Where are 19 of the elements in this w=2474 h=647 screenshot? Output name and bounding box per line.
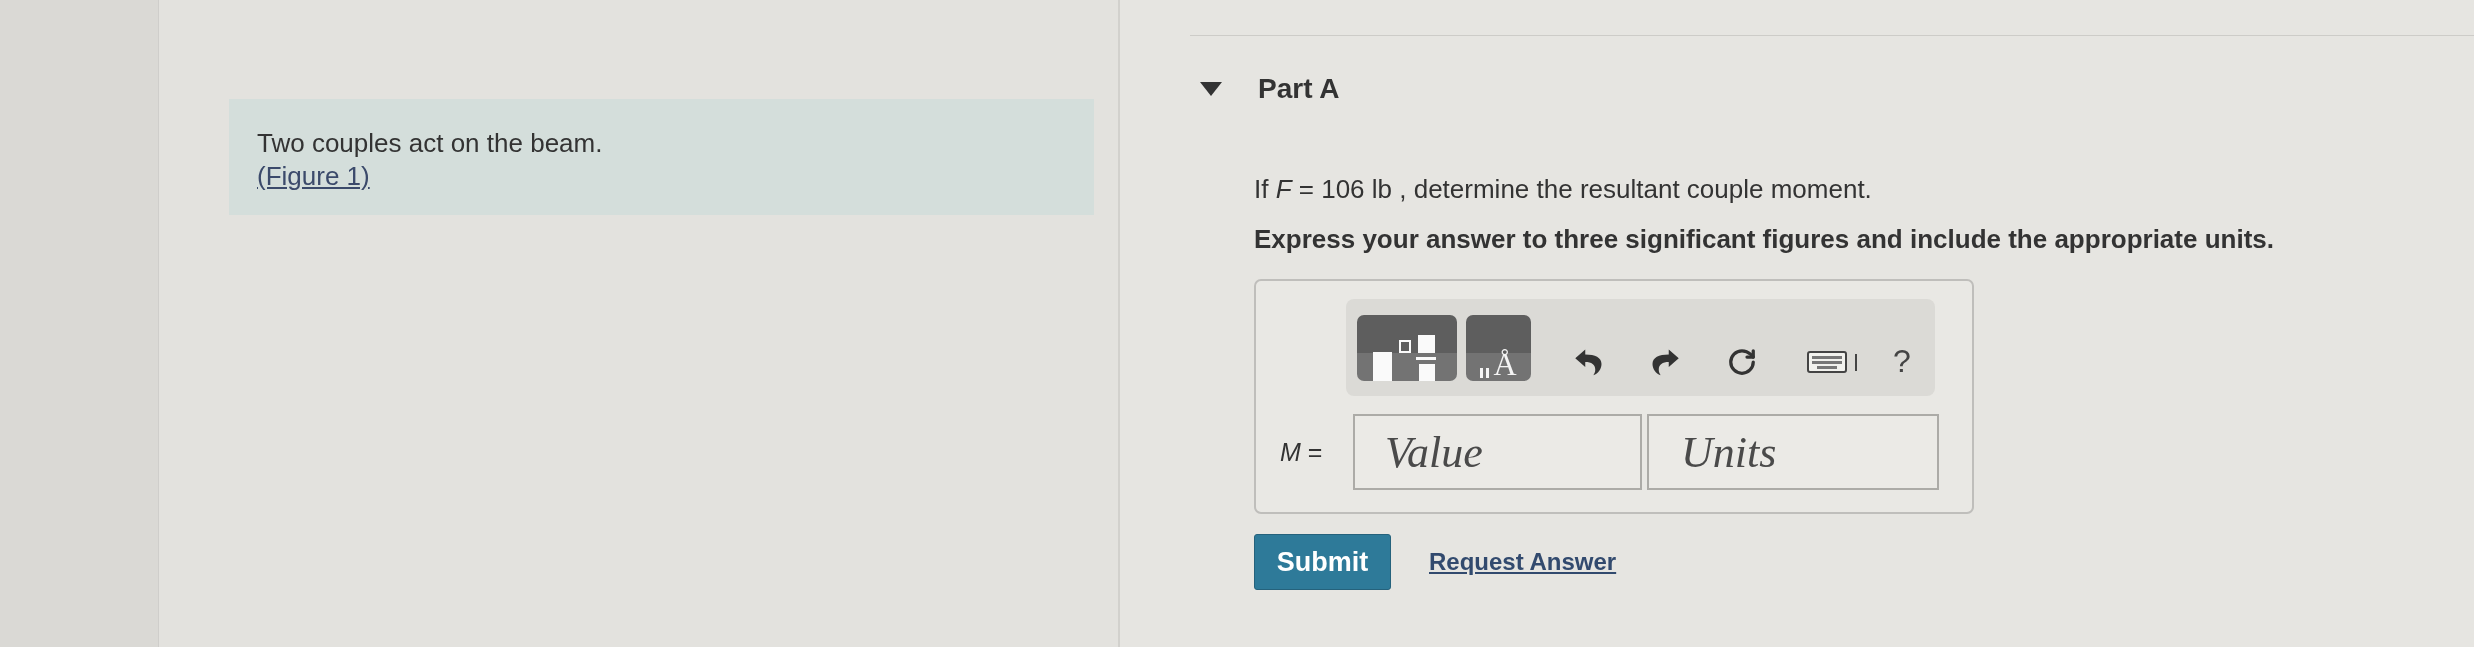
undo-icon[interactable] [1574,347,1604,377]
submit-button[interactable]: Submit [1254,534,1391,590]
question-text: If F = 106 lb , determine the resultant couple moment. [1254,173,1873,205]
units-button[interactable]: Å [1466,315,1531,381]
help-button[interactable]: ? [1893,343,1911,379]
templates-button[interactable] [1357,315,1457,381]
variable-label: M = [1280,437,1324,467]
problem-text: Two couples act on the beam. [257,127,604,160]
figure-link[interactable]: (Figure 1) [257,160,370,193]
request-answer-link[interactable]: Request Answer [1429,548,1617,576]
caret-icon[interactable] [1200,82,1222,96]
reset-icon[interactable] [1727,347,1757,377]
redo-icon[interactable] [1650,347,1680,377]
bars-icon [1480,368,1490,378]
instruction-text: Express your answer to three significant figures and include the appropriate units. [1254,223,2275,255]
value-field[interactable]: Value [1353,414,1642,490]
units-field[interactable]: Units [1647,414,1939,490]
keyboard-icon[interactable] [1807,351,1859,373]
part-title: Part A [1258,73,1340,105]
